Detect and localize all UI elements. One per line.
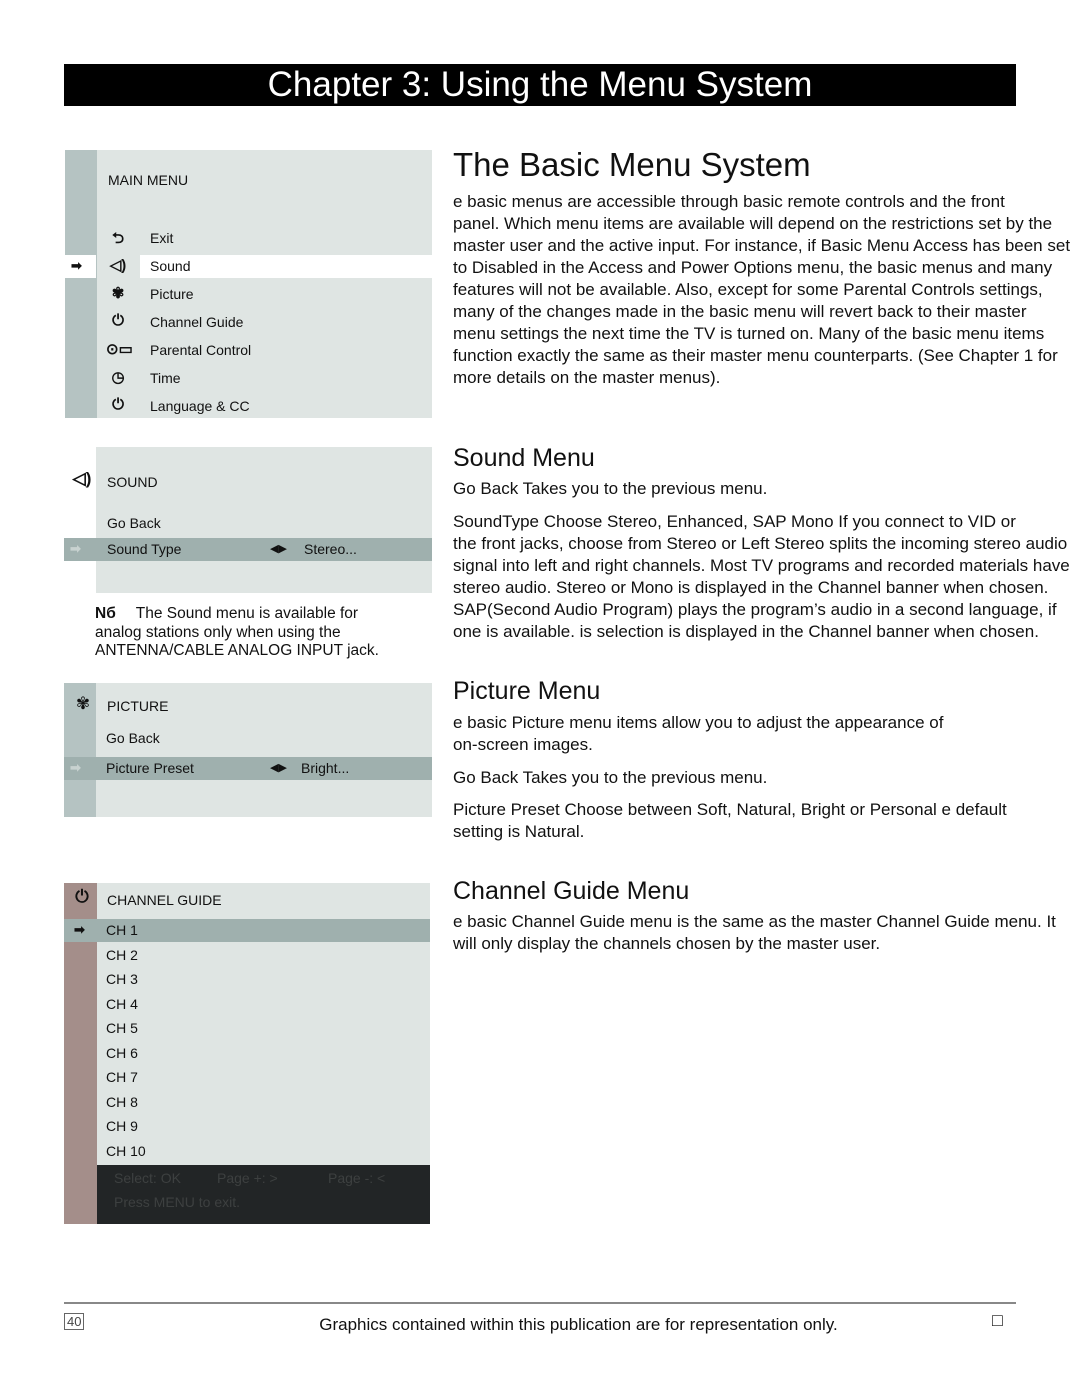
sound-goback-text: Go Back Takes you to the previous menu. <box>453 479 768 498</box>
text-line: on-screen images. <box>453 735 593 754</box>
item-value: Bright... <box>301 760 350 776</box>
page-number-right: □ <box>992 1310 1003 1330</box>
text-line: to Disabled in the Access and Power Opti… <box>453 258 1053 277</box>
channel-guide-menu-panel: ⏻ CHANNEL GUIDE ➡ CH 1 CH 2 CH 3 CH 4 CH 5 CH … <box>64 883 430 1224</box>
menu-item-exit[interactable]: Exit <box>150 227 173 250</box>
menu-item-sound-type[interactable]: ➡ Sound Type ◀▶ Stereo... <box>64 538 432 561</box>
picture-preset-text: Picture Preset Choose between Soft, Natu… <box>453 799 1007 843</box>
text-line: e basic Channel Guide menu is the same a… <box>453 912 1056 931</box>
section-title-basic: The Basic Menu System <box>453 146 811 183</box>
text-line: e basic Picture menu items allow you to … <box>453 713 944 732</box>
pointer-arrow-icon: ➡ <box>71 258 82 273</box>
channel-item[interactable]: CH 2 <box>106 947 138 963</box>
menu-item-sound[interactable]: Sound <box>150 255 190 278</box>
exit-arrow-icon: ⮌ <box>111 230 124 247</box>
menu-item-channel-guide[interactable]: Channel Guide <box>150 311 243 334</box>
menu-strip <box>64 561 96 593</box>
exit-hint: Press MENU to exit. <box>114 1194 241 1210</box>
butterfly-icon: ✾ <box>111 285 125 302</box>
menu-item-picture[interactable]: Picture <box>150 283 194 306</box>
note-line: analog stations only when using the <box>95 623 341 641</box>
text-line: master user and the active input. For in… <box>453 236 1071 255</box>
item-label: Picture Preset <box>106 760 194 776</box>
menu-item-time[interactable]: Time <box>150 367 181 390</box>
picture-text: e basic Picture menu items allow you to … <box>453 712 943 756</box>
text-line: SAP(Second Audio Program) plays the prog… <box>453 600 1057 619</box>
channel-guide-title: CHANNEL GUIDE <box>107 892 222 908</box>
text-line: will only display the channels chosen by… <box>453 934 881 953</box>
footer-divider <box>64 1302 1016 1304</box>
picture-menu-panel: ✾ PICTURE Go Back ➡ Picture Preset ◀▶ Br… <box>64 683 432 817</box>
main-menu-title: MAIN MENU <box>108 172 189 188</box>
clock-icon: ◷ <box>111 369 125 386</box>
menu-item-parental-control[interactable]: Parental Control <box>150 339 251 362</box>
text-line: SoundType Choose Stereo, Enhanced, SAP M… <box>453 512 1016 531</box>
channel-item[interactable]: CH 3 <box>106 971 138 987</box>
key-icon: ⊙▭ <box>106 341 133 358</box>
channel-item[interactable]: CH 8 <box>106 1094 138 1110</box>
channel-item[interactable]: CH 7 <box>106 1069 138 1085</box>
text-line: one is available. is selection is displa… <box>453 622 1039 641</box>
item-label: Sound Type <box>107 541 182 557</box>
picture-goback-text: Go Back Takes you to the previous menu. <box>453 768 768 787</box>
text-line: function exactly the same as their maste… <box>453 346 1058 365</box>
section-title-sound: Sound Menu <box>453 444 595 472</box>
channel-item[interactable]: CH 10 <box>106 1143 146 1159</box>
menu-strip <box>64 447 96 538</box>
note-line: The Sound menu is available for <box>135 605 359 622</box>
text-line: more details on the master menus). <box>453 368 721 387</box>
left-right-arrows-icon: ◀▶ <box>270 543 287 555</box>
menu-item-language-cc[interactable]: Language & CC <box>150 395 250 418</box>
text-line: stereo audio. Stereo or Mono is displaye… <box>453 578 1049 597</box>
basic-text: e basic menus are accessible through bas… <box>453 191 1070 389</box>
text-line: features will not be available. Also, ex… <box>453 280 1043 299</box>
text-line: the front jacks, choose from Stereo or L… <box>453 534 1068 553</box>
text-line: signal into left and right channels. Mos… <box>453 556 1070 575</box>
page-plus-hint: Page +: > <box>217 1170 278 1186</box>
plug-icon: ⏻ <box>112 312 124 329</box>
sound-menu-title: SOUND <box>107 474 158 490</box>
channel-guide-text: e basic Channel Guide menu is the same a… <box>453 911 1056 955</box>
text-line: menu settings the next time the TV is tu… <box>453 324 1045 343</box>
pointer-arrow-icon: ➡ <box>70 541 81 556</box>
note: Nб The Sound menu is available for analog… <box>95 605 379 661</box>
speaker-icon: ◁) <box>109 257 127 274</box>
chapter-header: Chapter 3: Using the Menu System <box>64 64 1016 106</box>
page-minus-hint: Page -: < <box>328 1170 386 1186</box>
note-label: Nб <box>95 605 116 622</box>
channel-item[interactable]: CH 4 <box>106 996 138 1012</box>
channel-item[interactable]: CH 1 <box>106 922 138 938</box>
menu-item-go-back[interactable]: Go Back <box>106 727 160 750</box>
text-line: setting is Natural. <box>453 822 585 841</box>
guide-footer: Select: OK Page +: > Page -: < Press MEN… <box>97 1165 430 1224</box>
text-line: many of the changes made in the basic me… <box>453 302 1027 321</box>
plug-icon: ⏻ <box>75 887 89 906</box>
main-menu-panel: MAIN MENU ⮌ Exit ➡ ◁) Sound ✾ Picture ⏻ Channel … <box>65 150 432 418</box>
footer-text: Graphics contained within this publicati… <box>319 1315 838 1334</box>
menu-item-go-back[interactable]: Go Back <box>107 512 161 535</box>
section-title-picture: Picture Menu <box>453 677 601 705</box>
note-line: ANTENNA/CABLE ANALOG INPUT jack. <box>95 642 379 659</box>
speaker-icon: ◁) <box>72 469 92 488</box>
sound-type-text: SoundType Choose Stereo, Enhanced, SAP M… <box>453 511 1070 643</box>
item-value: Stereo... <box>304 541 357 557</box>
text-line: Picture Preset Choose between Soft, Natu… <box>453 800 1007 819</box>
text-line: e basic menus are accessible through bas… <box>453 192 1005 211</box>
section-title-channel-guide: Channel Guide Menu <box>453 877 690 905</box>
select-hint: Select: OK <box>114 1170 181 1186</box>
channel-item[interactable]: CH 6 <box>106 1045 138 1061</box>
pointer-arrow-icon: ➡ <box>74 922 85 937</box>
picture-menu-title: PICTURE <box>107 698 169 714</box>
channel-item[interactable]: CH 9 <box>106 1118 138 1134</box>
channel-item[interactable]: CH 5 <box>106 1020 138 1036</box>
text-line: panel. Which menu items are available wi… <box>453 214 1053 233</box>
menu-item-picture-preset[interactable]: ➡ Picture Preset ◀▶ Bright... <box>64 757 432 780</box>
sound-menu-panel: ◁) SOUND Go Back ➡ Sound Type ◀▶ Stereo.… <box>64 447 432 593</box>
plug-icon: ⏻ <box>112 396 124 413</box>
butterfly-icon: ✾ <box>75 694 91 713</box>
left-right-arrows-icon: ◀▶ <box>270 762 287 774</box>
menu-strip <box>65 150 97 418</box>
pointer-arrow-icon: ➡ <box>70 760 81 775</box>
